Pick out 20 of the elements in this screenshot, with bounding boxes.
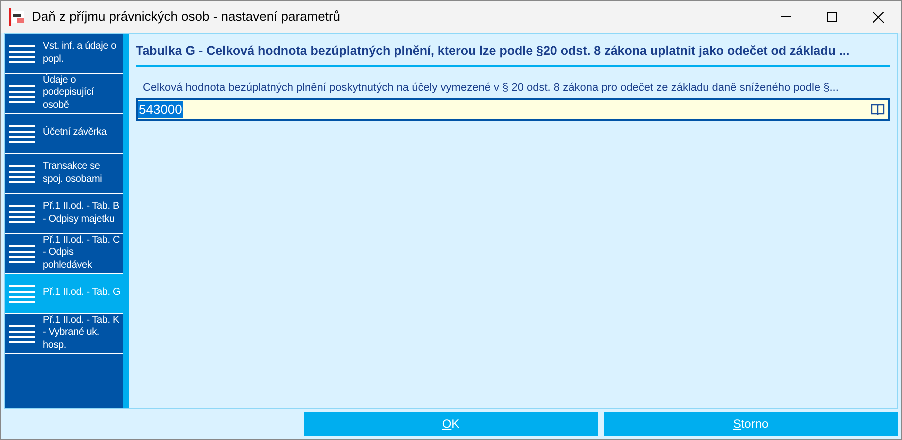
- menu-icon: [9, 84, 35, 104]
- menu-icon: [9, 44, 35, 64]
- menu-icon: [9, 124, 35, 144]
- close-icon: [872, 12, 884, 22]
- value-field[interactable]: 543000: [136, 98, 890, 122]
- section-title: Tabulka G - Celková hodnota bezúplatných plnění, kterou lze podle §20 odst. 8 zákona uplatnit jako odečet od základu ...: [136, 42, 890, 67]
- sidebar-item[interactable]: Př.1 II.od. - Tab. C - Odpis pohledávek: [5, 234, 123, 274]
- minimize-icon: [781, 16, 791, 18]
- menu-icon: [9, 324, 35, 344]
- app-logo-icon: [9, 8, 25, 26]
- sidebar-item[interactable]: Údaje o podepisující osobě: [5, 74, 123, 114]
- menu-icon: [9, 204, 35, 224]
- window-title: Daň z příjmu právnických osob - nastavení parametrů: [32, 8, 341, 26]
- book-icon[interactable]: [871, 104, 885, 116]
- field-label: Celková hodnota bezúplatných plnění poskytnutých na účely vymezené v § 20 odst. 8 zákona pro odečet ze základu daně sníženého podle §...: [143, 80, 840, 96]
- menu-icon: [9, 284, 35, 304]
- menu-icon: [9, 244, 35, 264]
- menu-icon: [9, 164, 35, 184]
- sidebar-item[interactable]: Př.1 II.od. - Tab. K - Vybrané uk. hosp.: [5, 314, 123, 354]
- maximize-icon: [827, 12, 837, 22]
